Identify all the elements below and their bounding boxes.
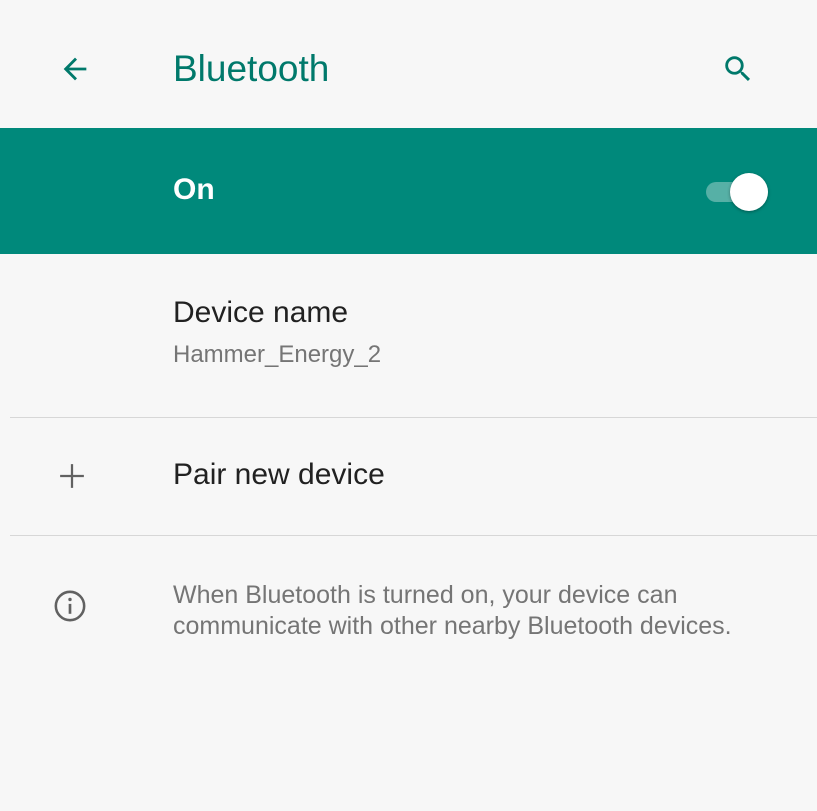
pair-new-device-preference[interactable]: Pair new device [0, 418, 817, 535]
plus-icon [52, 456, 92, 496]
footer-info: When Bluetooth is turned on, your device… [0, 536, 817, 736]
arrow-back-icon [63, 57, 87, 81]
back-button[interactable] [50, 44, 100, 94]
footer-text: When Bluetooth is turned on, your device… [173, 581, 732, 640]
master-switch-label: On [173, 173, 215, 206]
info-icon [50, 586, 90, 626]
toggle-thumb [730, 173, 768, 211]
toolbar: Bluetooth [0, 0, 817, 128]
device-name-title: Device name [173, 296, 349, 329]
device-name-preference[interactable]: Device name Hammer_Energy_2 [0, 254, 817, 417]
bluetooth-toggle[interactable] [700, 172, 778, 212]
page-title: Bluetooth [173, 48, 330, 89]
search-button[interactable] [713, 44, 763, 94]
bluetooth-master-switch-bar[interactable]: On [0, 128, 817, 254]
search-icon [725, 56, 751, 82]
device-name-value: Hammer_Energy_2 [173, 341, 382, 368]
pair-new-device-title: Pair new device [173, 458, 385, 491]
